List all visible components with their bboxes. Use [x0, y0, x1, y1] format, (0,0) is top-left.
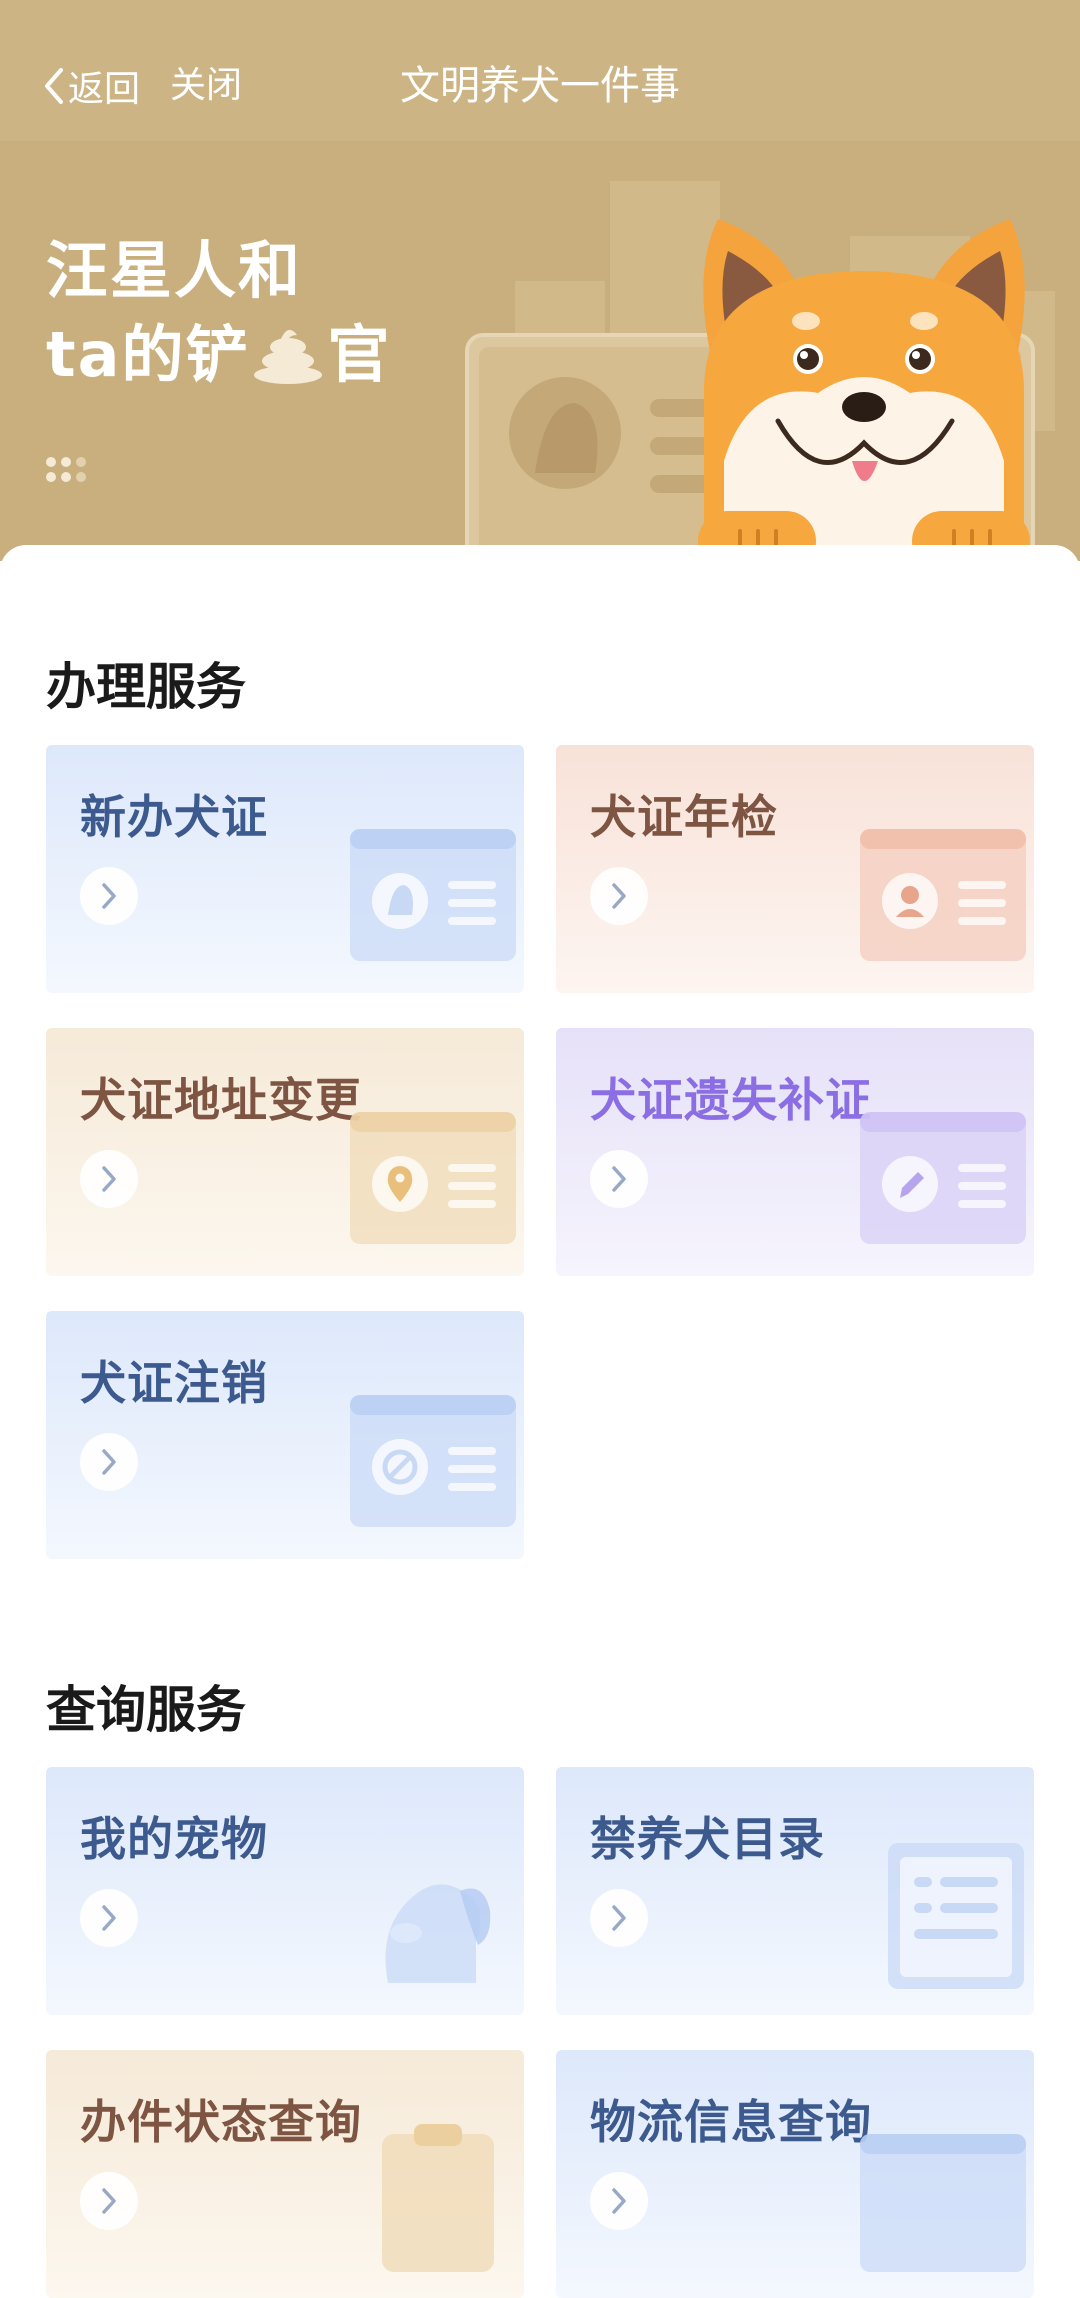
chevron-right-icon	[590, 867, 648, 925]
chevron-right-icon	[590, 2172, 648, 2230]
dog-license-address-change-card[interactable]: 犬证地址变更	[46, 1028, 524, 1276]
card-label: 禁养犬目录	[590, 1812, 825, 1866]
card-label: 犬证年检	[590, 790, 778, 844]
service-panel: 办理服务 新办犬证 犬证年检 犬证地址变更 犬证遗失补证 犬证注销 查询服务 我…	[0, 545, 1080, 2298]
query-services-title: 查询服务	[46, 1681, 246, 1739]
clipboard-icon	[382, 2124, 494, 2272]
card-label: 新办犬证	[80, 790, 268, 844]
top-bar: 返回 关闭 文明养犬一件事	[0, 0, 1080, 143]
banner-title: 汪星人和 ta的铲 官	[46, 229, 392, 397]
chevron-right-icon	[590, 1150, 648, 1208]
my-pets-card[interactable]: 我的宠物	[46, 1767, 524, 2015]
card-label: 犬证地址变更	[80, 1073, 362, 1127]
carousel-dot	[46, 457, 56, 467]
logistics-info-query-card[interactable]: 物流信息查询	[556, 2050, 1034, 2298]
chevron-right-icon	[80, 1889, 138, 1947]
list-document-icon	[888, 1843, 1024, 1989]
handle-services-title: 办理服务	[46, 658, 246, 716]
page-title: 文明养犬一件事	[400, 63, 680, 109]
carousel-dot	[76, 472, 86, 482]
chevron-right-icon	[80, 1150, 138, 1208]
card-label: 办件状态查询	[80, 2095, 362, 2149]
banner-title-line2-pre: ta的铲	[46, 318, 250, 391]
dog-license-reissue-card[interactable]: 犬证遗失补证	[556, 1028, 1034, 1276]
banner-title-line2: ta的铲 官	[46, 313, 392, 397]
banner-title-line1: 汪星人和	[46, 234, 303, 307]
shiba-dog-mascot	[698, 219, 1030, 561]
card-icon	[860, 2134, 1026, 2272]
carousel-dot	[61, 457, 71, 467]
card-label: 犬证遗失补证	[590, 1073, 872, 1127]
chevron-right-icon	[590, 1889, 648, 1947]
card-label: 我的宠物	[80, 1812, 268, 1866]
pencil-card-icon	[860, 1112, 1026, 1244]
case-status-query-card[interactable]: 办件状态查询	[46, 2050, 524, 2298]
dog-head-icon	[385, 1884, 491, 1983]
chevron-right-icon	[80, 867, 138, 925]
card-label: 物流信息查询	[590, 2095, 872, 2149]
chevron-right-icon	[80, 2172, 138, 2230]
banned-dog-list-card[interactable]: 禁养犬目录	[556, 1767, 1034, 2015]
person-id-card-icon	[860, 829, 1026, 961]
poop-icon	[254, 329, 323, 384]
banner[interactable]: 汪星人和 ta的铲 官	[0, 141, 1080, 561]
new-dog-license-card[interactable]: 新办犬证	[46, 745, 524, 993]
location-card-icon	[350, 1112, 516, 1244]
cancel-card-icon	[350, 1395, 516, 1527]
carousel-dot	[61, 472, 71, 482]
card-label: 犬证注销	[80, 1356, 268, 1410]
dog-license-cancel-card[interactable]: 犬证注销	[46, 1311, 524, 1559]
dog-id-card-icon	[350, 829, 516, 961]
dog-license-annual-check-card[interactable]: 犬证年检	[556, 745, 1034, 993]
carousel-dot	[76, 457, 86, 467]
banner-title-line2-post: 官	[327, 318, 392, 391]
carousel-dot	[46, 472, 56, 482]
carousel-indicator	[46, 457, 86, 482]
chevron-right-icon	[80, 1433, 138, 1491]
